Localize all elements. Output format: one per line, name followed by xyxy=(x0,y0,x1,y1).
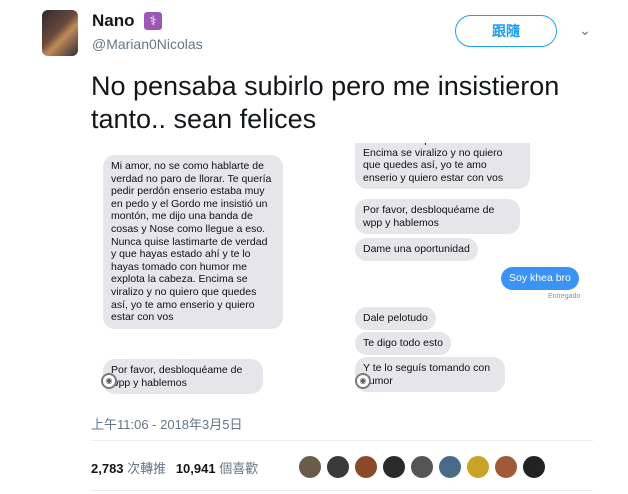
user-avatar[interactable] xyxy=(42,10,78,56)
liker-avatar[interactable] xyxy=(297,454,323,480)
liker-avatar[interactable] xyxy=(437,454,463,480)
media-image-right[interactable]: humor me explota la cabeza. Encima se vi… xyxy=(349,143,594,395)
medical-badge-icon: ⚕ xyxy=(144,12,162,30)
message-bubble: Dame una oportunidad xyxy=(355,238,478,261)
chevron-down-icon[interactable]: ⌄ xyxy=(579,22,591,39)
message-bubble: Mi amor, no se como hablarte de verdad n… xyxy=(103,155,283,329)
gif-icon: ◉ xyxy=(355,373,371,389)
gif-icon: ◉ xyxy=(101,373,117,389)
tweet-stats: 2,783 次轉推 10,941 個喜歡 xyxy=(91,458,258,477)
like-stat[interactable]: 10,941 個喜歡 xyxy=(176,461,258,476)
delivered-status: Entregado xyxy=(548,293,581,300)
liker-avatar[interactable] xyxy=(521,454,547,480)
message-bubble: Por favor, desbloquéame de wpp y hablemo… xyxy=(355,199,520,235)
liker-avatar[interactable] xyxy=(325,454,351,480)
message-bubble: Por favor, desbloquéame de wpp y hablemo… xyxy=(103,359,263,395)
user-handle[interactable]: @Marian0Nicolas xyxy=(92,36,203,52)
user-name[interactable]: Nano xyxy=(92,11,135,31)
liker-avatar[interactable] xyxy=(381,454,407,480)
liker-avatar[interactable] xyxy=(409,454,435,480)
message-bubble: Dale pelotudo xyxy=(355,307,436,330)
tweet-media[interactable]: Mi amor, no se como hablarte de verdad n… xyxy=(91,143,594,395)
divider xyxy=(91,440,593,441)
media-image-left[interactable]: Mi amor, no se como hablarte de verdad n… xyxy=(91,143,291,395)
retweet-stat[interactable]: 2,783 次轉推 xyxy=(91,461,166,476)
tweet-timestamp[interactable]: 上午11:06 - 2018年3月5日 xyxy=(91,414,243,433)
message-bubble: Y te lo seguís tomando con humor xyxy=(355,357,505,393)
message-bubble-outgoing: Soy khea bro xyxy=(501,267,579,290)
follow-button[interactable]: 跟隨 xyxy=(455,15,557,47)
message-bubble: Te digo todo esto xyxy=(355,332,451,355)
divider xyxy=(91,490,593,491)
liker-avatar[interactable] xyxy=(353,454,379,480)
tweet-text: No pensaba subirlo pero me insistieron t… xyxy=(91,71,560,134)
liker-avatar[interactable] xyxy=(465,454,491,480)
liker-avatar[interactable] xyxy=(493,454,519,480)
message-bubble: humor me explota la cabeza. Encima se vi… xyxy=(355,143,530,190)
